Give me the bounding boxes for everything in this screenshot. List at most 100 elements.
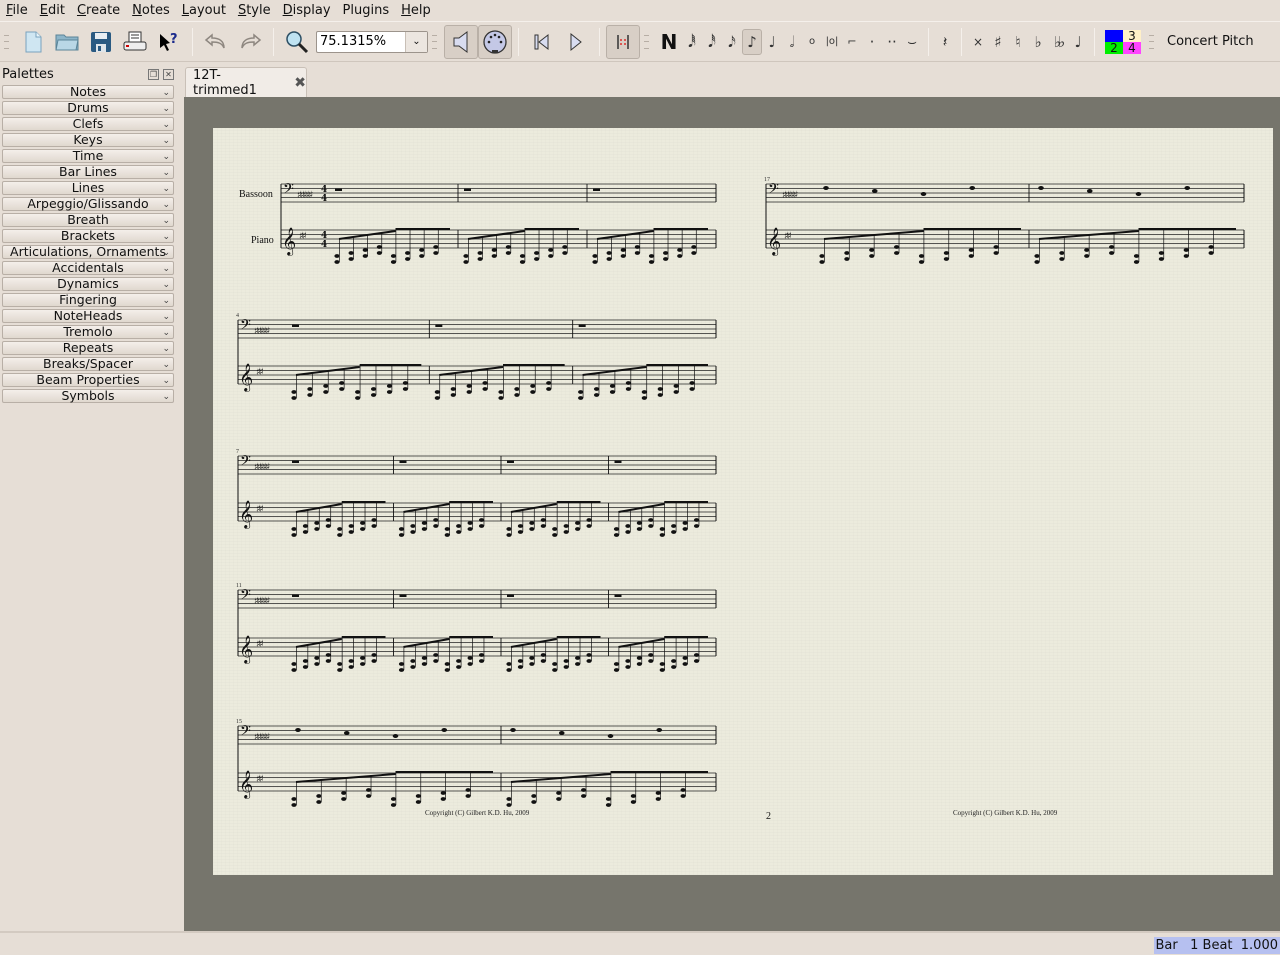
palette-symbols[interactable]: Symbols ⌄ [2,389,174,403]
palette-articulations-ornaments[interactable]: Articulations, Ornaments ⌄ [2,245,174,259]
whats-this-button[interactable]: ? [152,25,186,59]
note-head [657,387,663,391]
toolbar-separator [1094,27,1095,56]
menu-file[interactable]: File [2,0,32,21]
voice-2-button[interactable]: 2 [1105,41,1123,54]
duration-16th-button[interactable]: 𝅘𝅥𝅯 [722,25,742,59]
palette-label: Notes [69,84,107,99]
sharp-icon: ♯ [994,32,1002,51]
double-dot-button[interactable]: ·· [882,25,902,59]
double-sharp-button[interactable]: × [968,25,988,59]
palette-brackets[interactable]: Brackets ⌄ [2,229,174,243]
note-head [581,794,587,798]
palette-clefs[interactable]: Clefs ⌄ [2,117,174,131]
repeat-toggle[interactable] [606,24,640,59]
toolbar-grip[interactable] [432,34,440,49]
palette-label: Articulations, Ornaments [10,244,166,259]
undo-button[interactable] [199,25,233,59]
open-file-button[interactable] [50,25,84,59]
double-flat-button[interactable]: ♭♭ [1048,25,1068,59]
zoom-button[interactable] [280,25,314,59]
palette-arpeggio-glissando[interactable]: Arpeggio/Glissando ⌄ [2,197,174,211]
tie-button[interactable]: ⌣ [902,25,922,59]
score-canvas[interactable]: 𝄢 𝄞 ♯♯♯♯♯ ♯♯ 4 4 4 4 𝄢 𝄞 ♯♯♯♯♯ ♯♯ 4 𝄢 𝄞 ♯♯♯♯♯ ♯♯ 7 𝄢 𝄞 ♯♯♯♯♯… [184,97,1280,931]
duration-64th-button[interactable]: 𝅘𝅥𝅱 [682,25,702,59]
palette-keys[interactable]: Keys ⌄ [2,133,174,147]
voice-3-button[interactable]: 3 [1123,29,1141,42]
toolbar-grip[interactable] [644,34,652,49]
note-input-button[interactable]: N [656,25,682,59]
duration-quarter-button[interactable]: ♩ [762,25,782,59]
palette-drums[interactable]: Drums ⌄ [2,101,174,115]
note-head [314,662,320,666]
duration-longa-button[interactable]: ⌐ [842,25,862,59]
natural-button[interactable]: ♮ [1008,25,1028,59]
score-page[interactable]: 𝄢 𝄞 ♯♯♯♯♯ ♯♯ 4 4 4 4 𝄢 𝄞 ♯♯♯♯♯ ♯♯ 4 𝄢 𝄞 ♯♯♯♯♯ ♯♯ 7 𝄢 𝄞 ♯♯♯♯♯… [213,128,1273,875]
palette-accidentals[interactable]: Accidentals ⌄ [2,261,174,275]
palette-breath[interactable]: Breath ⌄ [2,213,174,227]
note-head [663,257,669,261]
rewind-button[interactable] [525,25,559,59]
palette-time[interactable]: Time ⌄ [2,149,174,163]
note-head [456,530,462,534]
palette-label: Dynamics [57,276,119,291]
duration-breve-button[interactable]: |o| [822,25,842,59]
note-head [355,396,361,400]
palette-label: NoteHeads [53,308,123,323]
menu-create[interactable]: Create [73,0,124,21]
flip-direction-button[interactable]: ♩ [1068,25,1088,59]
duration-whole-button[interactable]: o [802,25,822,59]
print-button[interactable] [118,25,152,59]
note-head [648,524,654,528]
note-head [844,257,850,261]
save-button[interactable] [84,25,118,59]
duration-32nd-button[interactable]: 𝅘𝅥𝅰 [702,25,722,59]
menu-edit[interactable]: Edit [36,0,69,21]
note-head [659,527,665,531]
dot-button[interactable]: · [862,25,882,59]
palette-beam-properties[interactable]: Beam Properties ⌄ [2,373,174,387]
note-head [506,533,512,537]
palette-dynamics[interactable]: Dynamics ⌄ [2,277,174,291]
toolbar-grip[interactable] [4,34,12,49]
duration-8th-button[interactable]: ♪ [742,28,762,55]
palette-lines[interactable]: Lines ⌄ [2,181,174,195]
new-file-button[interactable] [16,25,50,59]
palette-notes[interactable]: Notes ⌄ [2,85,174,99]
toolbar-separator [928,27,929,56]
rest-button[interactable]: 𝄽 [935,25,955,59]
palette-repeats[interactable]: Repeats ⌄ [2,341,174,355]
flat-button[interactable]: ♭ [1028,25,1048,59]
palette-bar-lines[interactable]: Bar Lines ⌄ [2,165,174,179]
palette-breaks-spacer[interactable]: Breaks/Spacer ⌄ [2,357,174,371]
menu-help[interactable]: Help [397,0,435,21]
voice-1-button[interactable]: 1 [1105,29,1123,42]
menu-display[interactable]: Display [279,0,335,21]
palette-fingering[interactable]: Fingering ⌄ [2,293,174,307]
close-tab-icon[interactable]: ✖ [294,75,306,91]
menu-style[interactable]: Style [234,0,275,21]
float-panel-icon[interactable]: ❐ [148,68,159,80]
duration-half-button[interactable]: 𝅗𝅥 [782,25,802,59]
sharp-button[interactable]: ♯ [988,25,1008,59]
score-notation[interactable]: 𝄢𝄞♯♯♯♯♯♯♯4444𝄢𝄞♯♯♯♯♯♯♯4𝄢𝄞♯♯♯♯♯♯♯7𝄢𝄞♯♯♯♯♯… [213,128,1273,875]
note-head [450,387,456,391]
concert-pitch-toggle[interactable]: Concert Pitch [1167,34,1254,49]
sound-toggle[interactable] [444,24,478,59]
close-panel-icon[interactable]: ✕ [163,68,174,80]
note-head [534,257,540,261]
palette-noteheads[interactable]: NoteHeads ⌄ [2,309,174,323]
menu-notes[interactable]: Notes [128,0,174,21]
voice-4-button[interactable]: 4 [1123,41,1141,54]
menu-layout[interactable]: Layout [178,0,230,21]
play-button[interactable] [559,25,593,59]
chevron-down-icon[interactable]: ⌄ [405,31,427,52]
redo-button[interactable] [233,25,267,59]
palette-tremolo[interactable]: Tremolo ⌄ [2,325,174,339]
zoom-input[interactable] [317,31,405,52]
score-tab[interactable]: 12T-trimmed1 ✖ [185,67,307,98]
toolbar-grip[interactable] [1149,34,1157,49]
midi-input-toggle[interactable] [478,24,512,59]
zoom-combo[interactable]: ⌄ [316,30,428,53]
menu-plugins[interactable]: Plugins [339,0,394,21]
